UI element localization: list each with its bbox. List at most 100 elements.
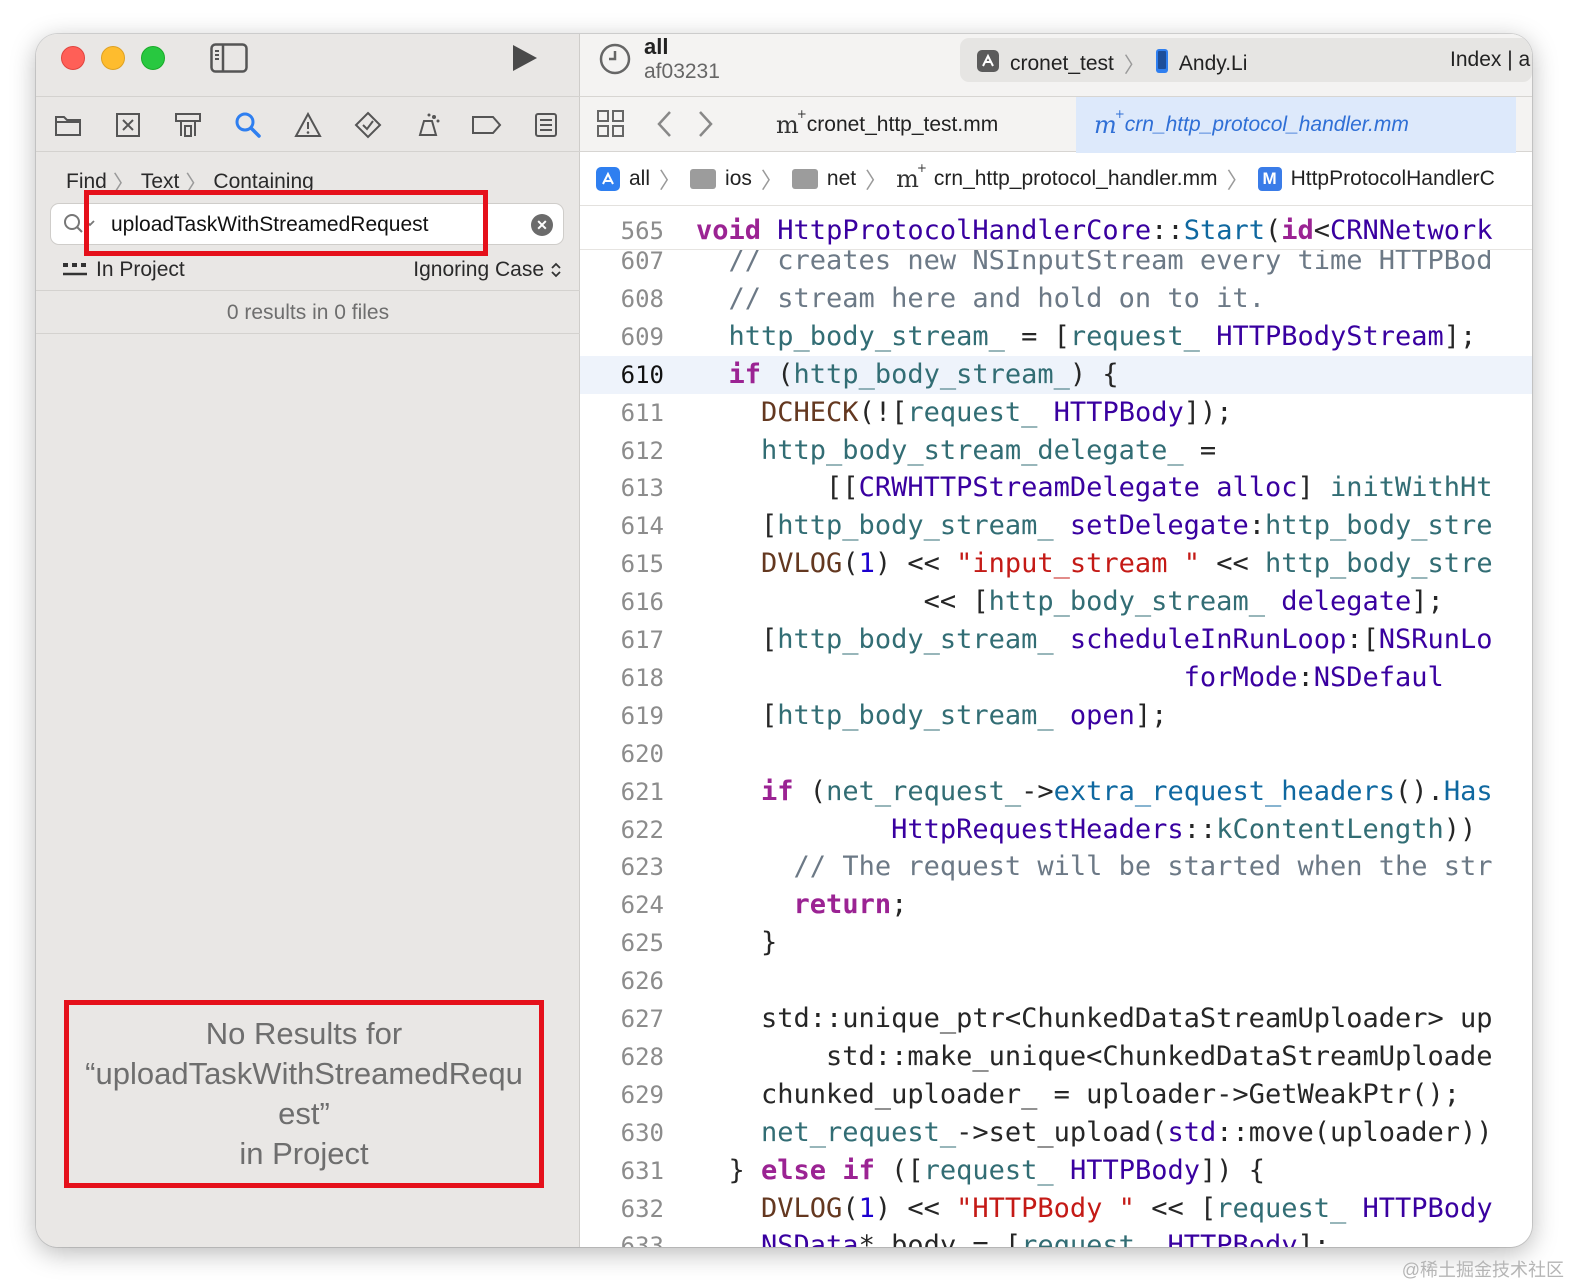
code-line[interactable]: 616 << [http_body_stream_ delegate]; bbox=[580, 583, 1532, 621]
breakpoint-navigator-icon[interactable] bbox=[470, 109, 502, 141]
code-line[interactable]: 625 } bbox=[580, 924, 1532, 962]
no-results-line: est” bbox=[278, 1096, 330, 1131]
search-input[interactable]: uploadTaskWithStreamedRequest bbox=[111, 213, 429, 237]
code-line[interactable]: 631 } else if ([request_ HTTPBody]) { bbox=[580, 1152, 1532, 1190]
activity-status: Index | a bbox=[1450, 48, 1531, 71]
find-search-field[interactable]: uploadTaskWithStreamedRequest ✕ bbox=[50, 203, 564, 245]
find-mode-containing[interactable]: Containing bbox=[213, 170, 313, 194]
find-navigator-search-icon[interactable] bbox=[232, 109, 264, 141]
tab-label: cronet_http_test.mm bbox=[806, 113, 999, 136]
chevron-right-icon: 〉 bbox=[112, 171, 135, 196]
code-line[interactable]: 618 forMode:NSDefaul bbox=[580, 659, 1532, 697]
method-icon: M bbox=[1257, 166, 1282, 191]
scope-selector[interactable]: In Project bbox=[62, 258, 185, 282]
close-window-button[interactable] bbox=[61, 46, 85, 70]
test-navigator-icon[interactable] bbox=[352, 109, 384, 141]
sidebar-toggle-icon[interactable] bbox=[210, 43, 248, 73]
folder-icon bbox=[791, 168, 818, 189]
code-text: NSData* body = [request_ HTTPBody]; bbox=[761, 1230, 1331, 1247]
report-navigator-icon[interactable] bbox=[530, 109, 562, 141]
code-text: [http_body_stream_ setDelegate:http_body… bbox=[696, 510, 1493, 542]
line-number: 609 bbox=[620, 322, 664, 351]
line-number: 611 bbox=[620, 398, 664, 427]
code-text: if (net_request_->extra_request_headers(… bbox=[761, 775, 1493, 807]
line-number: 565 bbox=[620, 217, 664, 245]
code-line[interactable]: 609 http_body_stream_ = [request_ HTTPBo… bbox=[580, 318, 1532, 356]
code-line[interactable]: 608 // stream here and hold on to it. bbox=[580, 280, 1532, 318]
back-arrow-icon[interactable] bbox=[654, 109, 676, 144]
code-line[interactable]: 620 bbox=[580, 735, 1532, 773]
code-view[interactable]: 565 void HttpProtocolHandlerCore::Start(i… bbox=[580, 206, 1532, 1247]
symbol-navigator-icon[interactable] bbox=[172, 109, 204, 141]
code-line[interactable]: 565 void HttpProtocolHandlerCore::Start(i… bbox=[580, 212, 1532, 250]
watermark: @稀土掘金技术社区 bbox=[1401, 1260, 1564, 1280]
code-line[interactable]: 630 net_request_->set_upload(std::move(u… bbox=[580, 1114, 1532, 1152]
code-text: return; bbox=[793, 889, 908, 921]
line-number: 626 bbox=[620, 967, 664, 996]
jumpbar-item[interactable]: crn_http_protocol_handler.mm bbox=[934, 167, 1218, 191]
issue-warning-icon[interactable] bbox=[292, 109, 324, 141]
tab-cronet-http-test[interactable]: m + cronet_http_test.mm bbox=[758, 97, 1076, 153]
objc-file-icon: m + bbox=[776, 107, 807, 139]
line-number: 616 bbox=[620, 588, 664, 617]
code-text: forMode:NSDefaul bbox=[1183, 661, 1444, 693]
minimize-window-button[interactable] bbox=[101, 46, 125, 70]
code-text: if (http_body_stream_) { bbox=[728, 358, 1119, 390]
code-line[interactable]: 617 [http_body_stream_ scheduleInRunLoop… bbox=[580, 621, 1532, 659]
folder-icon bbox=[690, 168, 717, 189]
code-line[interactable]: 612 http_body_stream_delegate_ = bbox=[580, 432, 1532, 470]
code-line[interactable]: 629 chunked_uploader_ = uploader->GetWea… bbox=[580, 1076, 1532, 1114]
line-number: 618 bbox=[620, 663, 664, 692]
chevron-right-icon: 〉 bbox=[185, 171, 208, 196]
jumpbar-item[interactable]: HttpProtocolHandlerC bbox=[1291, 167, 1495, 191]
code-line[interactable]: 626 bbox=[580, 962, 1532, 1000]
line-number: 623 bbox=[620, 853, 664, 882]
scheme-commit: af03231 bbox=[644, 60, 720, 83]
code-line[interactable]: 611 DCHECK(![request_ HTTPBody]); bbox=[580, 394, 1532, 432]
code-text: // stream here and hold on to it. bbox=[728, 282, 1265, 314]
scheme-selector[interactable]: cronet_test 〉 Andy.Li bbox=[976, 48, 1247, 80]
xcode-project-icon bbox=[596, 166, 620, 191]
code-text: [http_body_stream_ open]; bbox=[696, 699, 1168, 731]
code-line[interactable]: 628 std::make_unique<ChunkedDataStreamUp… bbox=[580, 1038, 1532, 1076]
code-text: http_body_stream_delegate_ = bbox=[761, 434, 1217, 466]
code-line[interactable]: 621 if (net_request_->extra_request_head… bbox=[580, 773, 1532, 811]
tab-crn-http-protocol-handler[interactable]: m + crn_http_protocol_handler.mm bbox=[1076, 97, 1516, 153]
jumpbar-item[interactable]: ios bbox=[725, 167, 752, 191]
run-button[interactable] bbox=[508, 42, 540, 74]
no-results-line: “uploadTaskWithStreamedRequ bbox=[85, 1056, 523, 1091]
run-destination-bar[interactable]: cronet_test 〉 Andy.Li Index | a bbox=[960, 38, 1532, 82]
code-line[interactable]: 613 [[CRWHTTPStreamDelegate alloc] initW… bbox=[580, 469, 1532, 507]
editor-toolbar: all af03231 cronet_test 〉 Andy.Li Index … bbox=[580, 34, 1532, 96]
zoom-window-button[interactable] bbox=[141, 46, 165, 70]
grid-layout-icon[interactable] bbox=[596, 109, 626, 144]
line-number: 615 bbox=[620, 550, 664, 579]
find-mode-text[interactable]: Text bbox=[141, 170, 180, 194]
code-line[interactable]: 632 DVLOG(1) << "HTTPBody " << [request_… bbox=[580, 1190, 1532, 1228]
code-line[interactable]: 614 [http_body_stream_ setDelegate:http_… bbox=[580, 507, 1532, 545]
code-line[interactable]: 622 HttpRequestHeaders::kContentLength)) bbox=[580, 811, 1532, 849]
source-control-icon[interactable] bbox=[112, 109, 144, 141]
jumpbar-item[interactable]: all bbox=[629, 167, 650, 191]
code-line[interactable]: 623 // The request will be started when … bbox=[580, 848, 1532, 886]
code-line[interactable]: 610 if (http_body_stream_) { bbox=[580, 355, 1532, 394]
case-matching-selector[interactable]: Ignoring Case bbox=[413, 258, 562, 282]
code-text: http_body_stream_ = [request_ HTTPBodySt… bbox=[728, 320, 1477, 352]
code-line[interactable]: 619 [http_body_stream_ open]; bbox=[580, 697, 1532, 735]
xcode-window: Find 〉 Text 〉 Containing uploadTaskWithS… bbox=[36, 34, 1532, 1247]
scheme-name[interactable]: all bbox=[644, 34, 668, 60]
code-line[interactable]: 627 std::unique_ptr<ChunkedDataStreamUpl… bbox=[580, 1000, 1532, 1038]
code-line[interactable]: 624 return; bbox=[580, 886, 1532, 924]
line-number: 608 bbox=[620, 284, 664, 313]
line-number: 633 bbox=[620, 1232, 664, 1247]
app-target-icon bbox=[976, 49, 1000, 79]
code-line[interactable]: 615 DVLOG(1) << "input_stream " << http_… bbox=[580, 545, 1532, 583]
code-line[interactable]: 633 NSData* body = [request_ HTTPBody]; bbox=[580, 1227, 1532, 1247]
forward-arrow-icon[interactable] bbox=[694, 109, 716, 144]
jumpbar-item[interactable]: net bbox=[827, 167, 856, 191]
find-mode-find[interactable]: Find bbox=[66, 170, 107, 194]
code-text: DCHECK(![request_ HTTPBody]); bbox=[761, 396, 1233, 428]
clear-search-icon[interactable]: ✕ bbox=[531, 214, 553, 236]
debug-navigator-icon[interactable] bbox=[412, 109, 444, 141]
folder-icon[interactable] bbox=[52, 109, 84, 141]
